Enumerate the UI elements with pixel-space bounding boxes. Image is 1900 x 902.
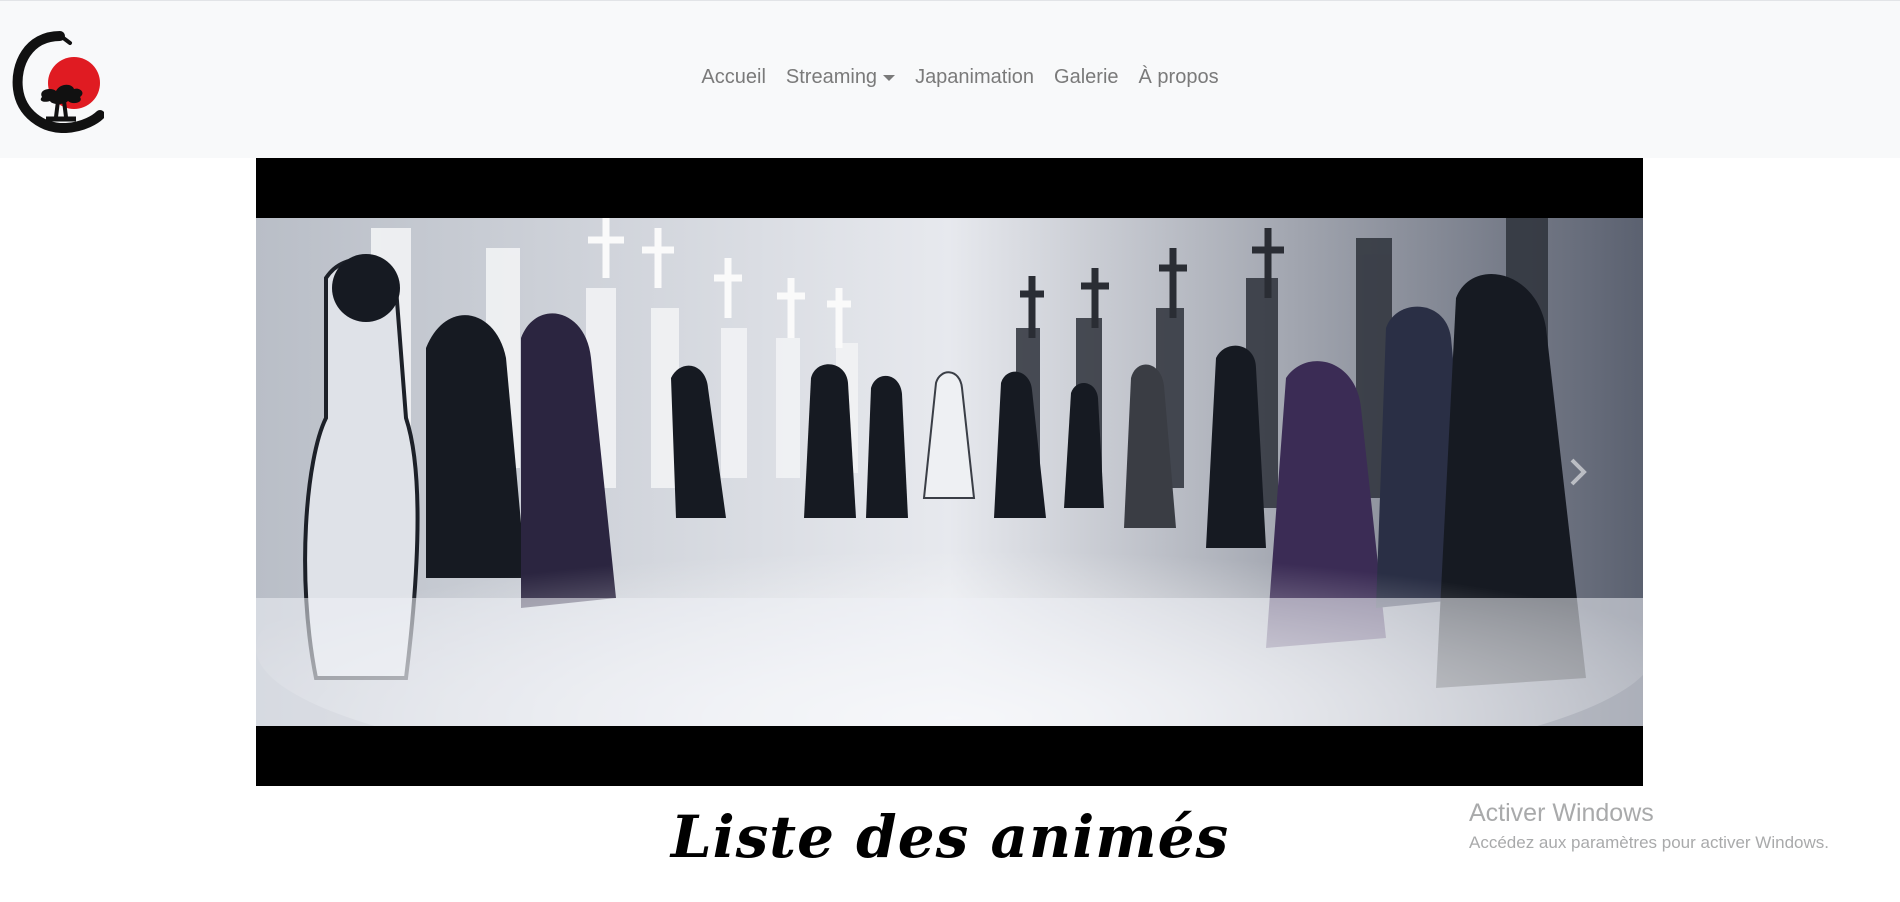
nav-link-galerie[interactable]: Galerie xyxy=(1054,65,1118,89)
nav-link-streaming-label: Streaming xyxy=(785,66,878,88)
nav-link-a-propos[interactable]: À propos xyxy=(1139,65,1219,89)
carousel-next-button[interactable] xyxy=(1513,158,1643,786)
nav-link-japanimation[interactable]: Japanimation xyxy=(915,65,1034,89)
windows-activation-watermark: Activer Windows Accédez aux paramètres p… xyxy=(1469,798,1829,855)
nav-link-streaming[interactable]: Streaming xyxy=(785,65,896,89)
chevron-right-icon xyxy=(1570,458,1587,486)
nav-link-accueil[interactable]: Accueil xyxy=(701,65,765,89)
navbar: Accueil Streaming Japanimation Galerie À… xyxy=(0,0,1900,158)
carousel-slide-image xyxy=(256,218,1643,726)
caret-down-icon xyxy=(883,75,896,81)
image-carousel xyxy=(256,158,1643,786)
watermark-title: Activer Windows xyxy=(1469,799,1654,827)
nav-menu: Accueil Streaming Japanimation Galerie À… xyxy=(0,65,1900,89)
watermark-subtitle: Accédez aux paramètres pour activer Wind… xyxy=(1469,833,1829,852)
